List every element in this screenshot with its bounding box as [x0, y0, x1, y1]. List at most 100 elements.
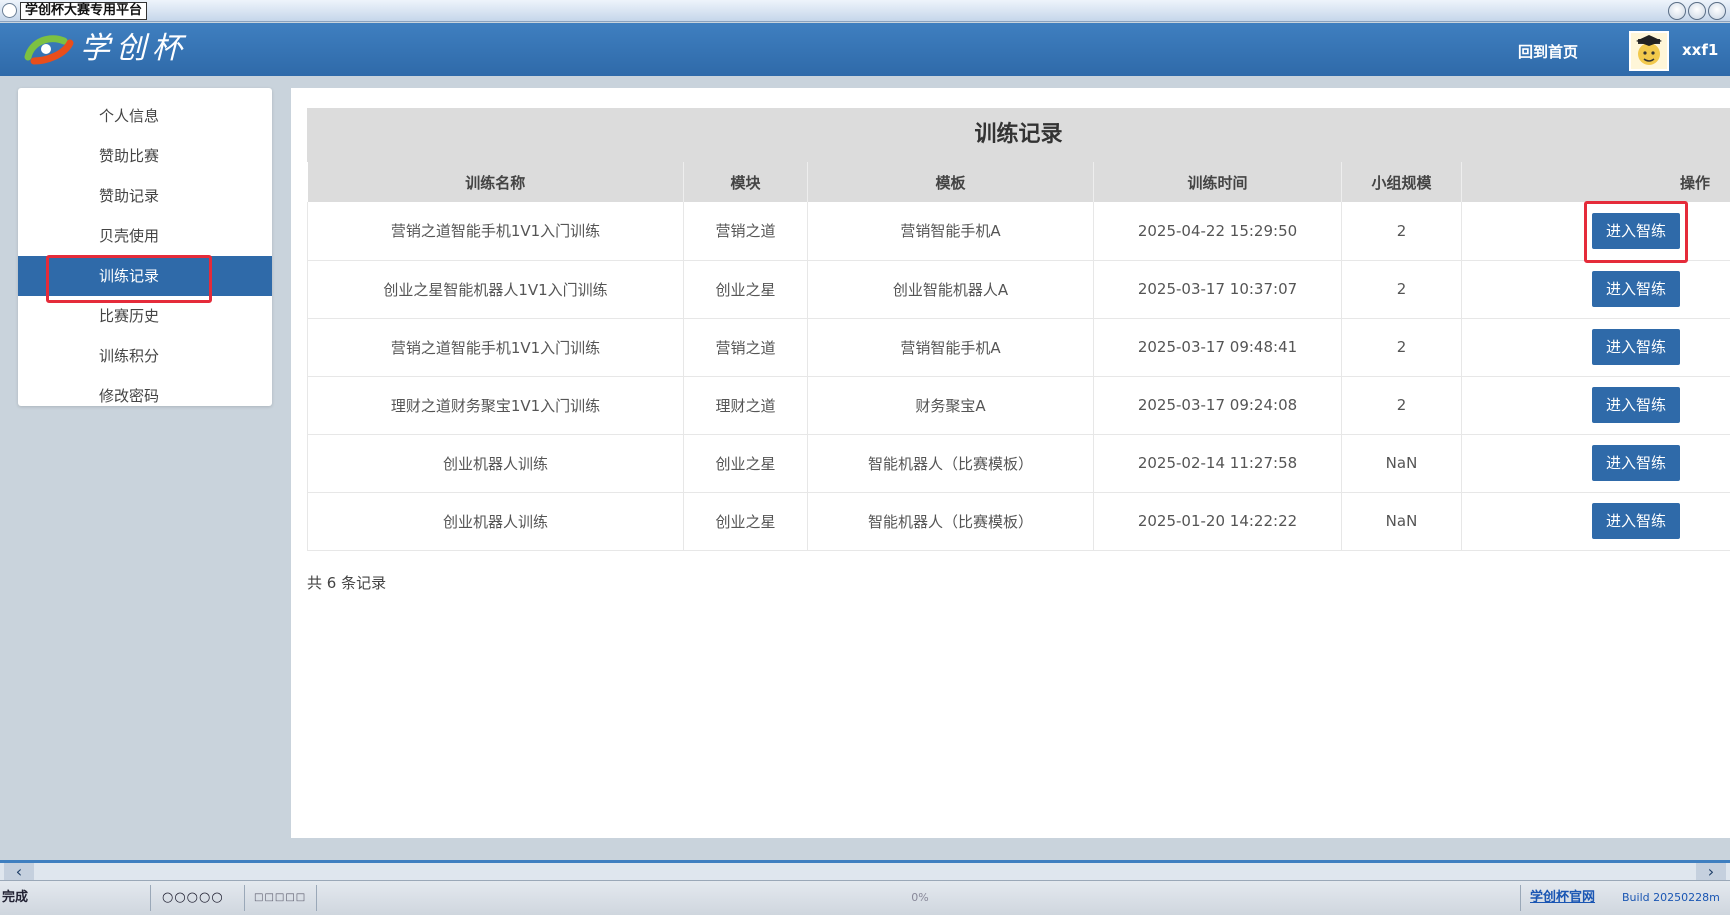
cell-size: NaN [1341, 434, 1462, 493]
column-header-size: 小组规模 [1341, 162, 1462, 202]
cell-action: 进入智练 [1461, 200, 1730, 263]
status-indicator: ○○○○○ [162, 890, 224, 905]
cell-module: 创业之星 [683, 260, 808, 319]
sidebar-item-training-points[interactable]: 训练积分 [18, 336, 272, 376]
status-divider [1520, 885, 1521, 911]
build-label: Build 20250228m [1622, 891, 1720, 904]
sidebar-item-label: 赞助记录 [98, 187, 159, 205]
cell-template: 营销智能手机A [807, 318, 1094, 377]
cell-module: 创业之星 [683, 492, 808, 551]
top-header: 学创杯 回到首页 xxf1 [0, 23, 1730, 76]
status-divider [244, 885, 245, 911]
username[interactable]: xxf1 [1682, 41, 1718, 59]
cell-time: 2025-03-17 10:37:07 [1093, 260, 1342, 319]
official-site-link[interactable]: 学创杯官网 [1530, 887, 1595, 909]
column-header-template: 模板 [807, 162, 1094, 202]
cell-time: 2025-03-17 09:48:41 [1093, 318, 1342, 377]
home-link[interactable]: 回到首页 [1518, 41, 1578, 62]
column-header-module: 模块 [683, 162, 808, 202]
cell-module: 营销之道 [683, 202, 808, 261]
cell-template: 智能机器人（比赛模板） [807, 434, 1094, 493]
status-divider [316, 885, 317, 911]
cell-module: 营销之道 [683, 318, 808, 377]
status-bar: 完成 ○○○○○ □□□□□ 0% 学创杯官网 Build 20250228m [0, 880, 1730, 915]
cell-module: 理财之道 [683, 376, 808, 435]
window-titlebar: 学创杯大赛专用平台 [0, 0, 1730, 22]
close-icon[interactable] [1708, 2, 1726, 20]
cell-time: 2025-03-17 09:24:08 [1093, 376, 1342, 435]
cell-time: 2025-02-14 11:27:58 [1093, 434, 1342, 493]
cell-action: 进入智练 [1461, 492, 1730, 551]
cell-name: 营销之道智能手机1V1入门训练 [307, 202, 684, 261]
cell-action: 进入智练 [1461, 260, 1730, 319]
horizontal-scrollbar[interactable]: ‹ › [0, 860, 1730, 880]
table-row: 理财之道财务聚宝1V1入门训练 理财之道 财务聚宝A 2025-03-17 09… [307, 376, 1730, 435]
sidebar-item-label: 贝壳使用 [98, 227, 159, 245]
user-avatar-icon [1636, 35, 1662, 65]
sidebar-item-label: 训练积分 [98, 347, 159, 365]
logo[interactable]: 学创杯 [24, 31, 188, 67]
window-title: 学创杯大赛专用平台 [20, 2, 148, 20]
cell-size: 2 [1341, 202, 1462, 261]
enter-training-button[interactable]: 进入智练 [1592, 271, 1680, 307]
sidebar-item-label: 赞助比赛 [98, 147, 159, 165]
sidebar-item-label: 个人信息 [98, 107, 159, 125]
enter-training-button[interactable]: 进入智练 [1592, 503, 1680, 539]
enter-training-button[interactable]: 进入智练 [1592, 445, 1680, 481]
cell-action: 进入智练 [1461, 318, 1730, 377]
scroll-right-icon[interactable]: › [1696, 863, 1726, 880]
logo-text: 学创杯 [80, 31, 188, 66]
enter-training-button[interactable]: 进入智练 [1592, 387, 1680, 423]
table-row: 创业机器人训练 创业之星 智能机器人（比赛模板） 2025-02-14 11:2… [307, 434, 1730, 493]
table-row: 营销之道智能手机1V1入门训练 营销之道 营销智能手机A 2025-03-17 … [307, 318, 1730, 377]
table-row: 创业机器人训练 创业之星 智能机器人（比赛模板） 2025-01-20 14:2… [307, 492, 1730, 551]
sidebar-item-change-password[interactable]: 修改密码 [18, 376, 272, 416]
sidebar-item-training-records[interactable]: 训练记录 [18, 255, 272, 303]
enter-training-button[interactable]: 进入智练 [1592, 329, 1680, 365]
page-title: 训练记录 [307, 108, 1730, 162]
avatar[interactable] [1629, 31, 1669, 71]
cell-name: 创业机器人训练 [307, 434, 684, 493]
column-header-name: 训练名称 [307, 162, 684, 202]
minimize-icon[interactable] [1668, 2, 1686, 20]
cell-size: 2 [1341, 376, 1462, 435]
cell-action: 进入智练 [1461, 376, 1730, 435]
sidebar-item-shell-usage[interactable]: 贝壳使用 [18, 216, 272, 256]
cell-name: 营销之道智能手机1V1入门训练 [307, 318, 684, 377]
cell-size: 2 [1341, 318, 1462, 377]
cell-time: 2025-01-20 14:22:22 [1093, 492, 1342, 551]
status-text: 完成 [2, 890, 29, 905]
sidebar: 个人信息 赞助比赛 赞助记录 贝壳使用 训练记录 比赛历史 训练积分 修改密码 [18, 88, 272, 406]
record-count: 共 6 条记录 [307, 574, 387, 592]
column-header-action: 操作 [1461, 162, 1730, 202]
table-row: 营销之道智能手机1V1入门训练 营销之道 营销智能手机A 2025-04-22 … [307, 200, 1730, 263]
cell-name: 创业机器人训练 [307, 492, 684, 551]
cell-action: 进入智练 [1461, 434, 1730, 493]
cell-module: 创业之星 [683, 434, 808, 493]
table-header-row: 训练名称 模块 模板 训练时间 小组规模 操作 [307, 162, 1730, 202]
cell-template: 智能机器人（比赛模板） [807, 492, 1094, 551]
sidebar-item-sponsor-records[interactable]: 赞助记录 [18, 176, 272, 216]
cell-time: 2025-04-22 15:29:50 [1093, 202, 1342, 261]
cell-size: NaN [1341, 492, 1462, 551]
table-row: 创业之星智能机器人1V1入门训练 创业之星 创业智能机器人A 2025-03-1… [307, 260, 1730, 319]
sidebar-item-label: 修改密码 [98, 387, 159, 405]
cell-name: 创业之星智能机器人1V1入门训练 [307, 260, 684, 319]
cell-template: 营销智能手机A [807, 202, 1094, 261]
status-indicator-secondary: □□□□□ [254, 892, 307, 903]
sidebar-item-profile[interactable]: 个人信息 [18, 96, 272, 136]
column-header-time: 训练时间 [1093, 162, 1342, 202]
scroll-left-icon[interactable]: ‹ [4, 863, 34, 880]
app-icon[interactable] [2, 3, 17, 18]
cell-size: 2 [1341, 260, 1462, 319]
maximize-icon[interactable] [1688, 2, 1706, 20]
window-controls [1668, 2, 1726, 20]
sidebar-item-label: 训练记录 [98, 267, 159, 285]
status-divider [150, 885, 151, 911]
cell-template: 财务聚宝A [807, 376, 1094, 435]
cell-template: 创业智能机器人A [807, 260, 1094, 319]
training-records-panel: 训练记录 训练名称 模块 模板 训练时间 小组规模 操作 营销之道智能手机1V1… [307, 108, 1730, 551]
main-content: 训练记录 训练名称 模块 模板 训练时间 小组规模 操作 营销之道智能手机1V1… [291, 88, 1730, 838]
sidebar-item-sponsor-contest[interactable]: 赞助比赛 [18, 136, 272, 176]
enter-training-button[interactable]: 进入智练 [1584, 200, 1688, 263]
